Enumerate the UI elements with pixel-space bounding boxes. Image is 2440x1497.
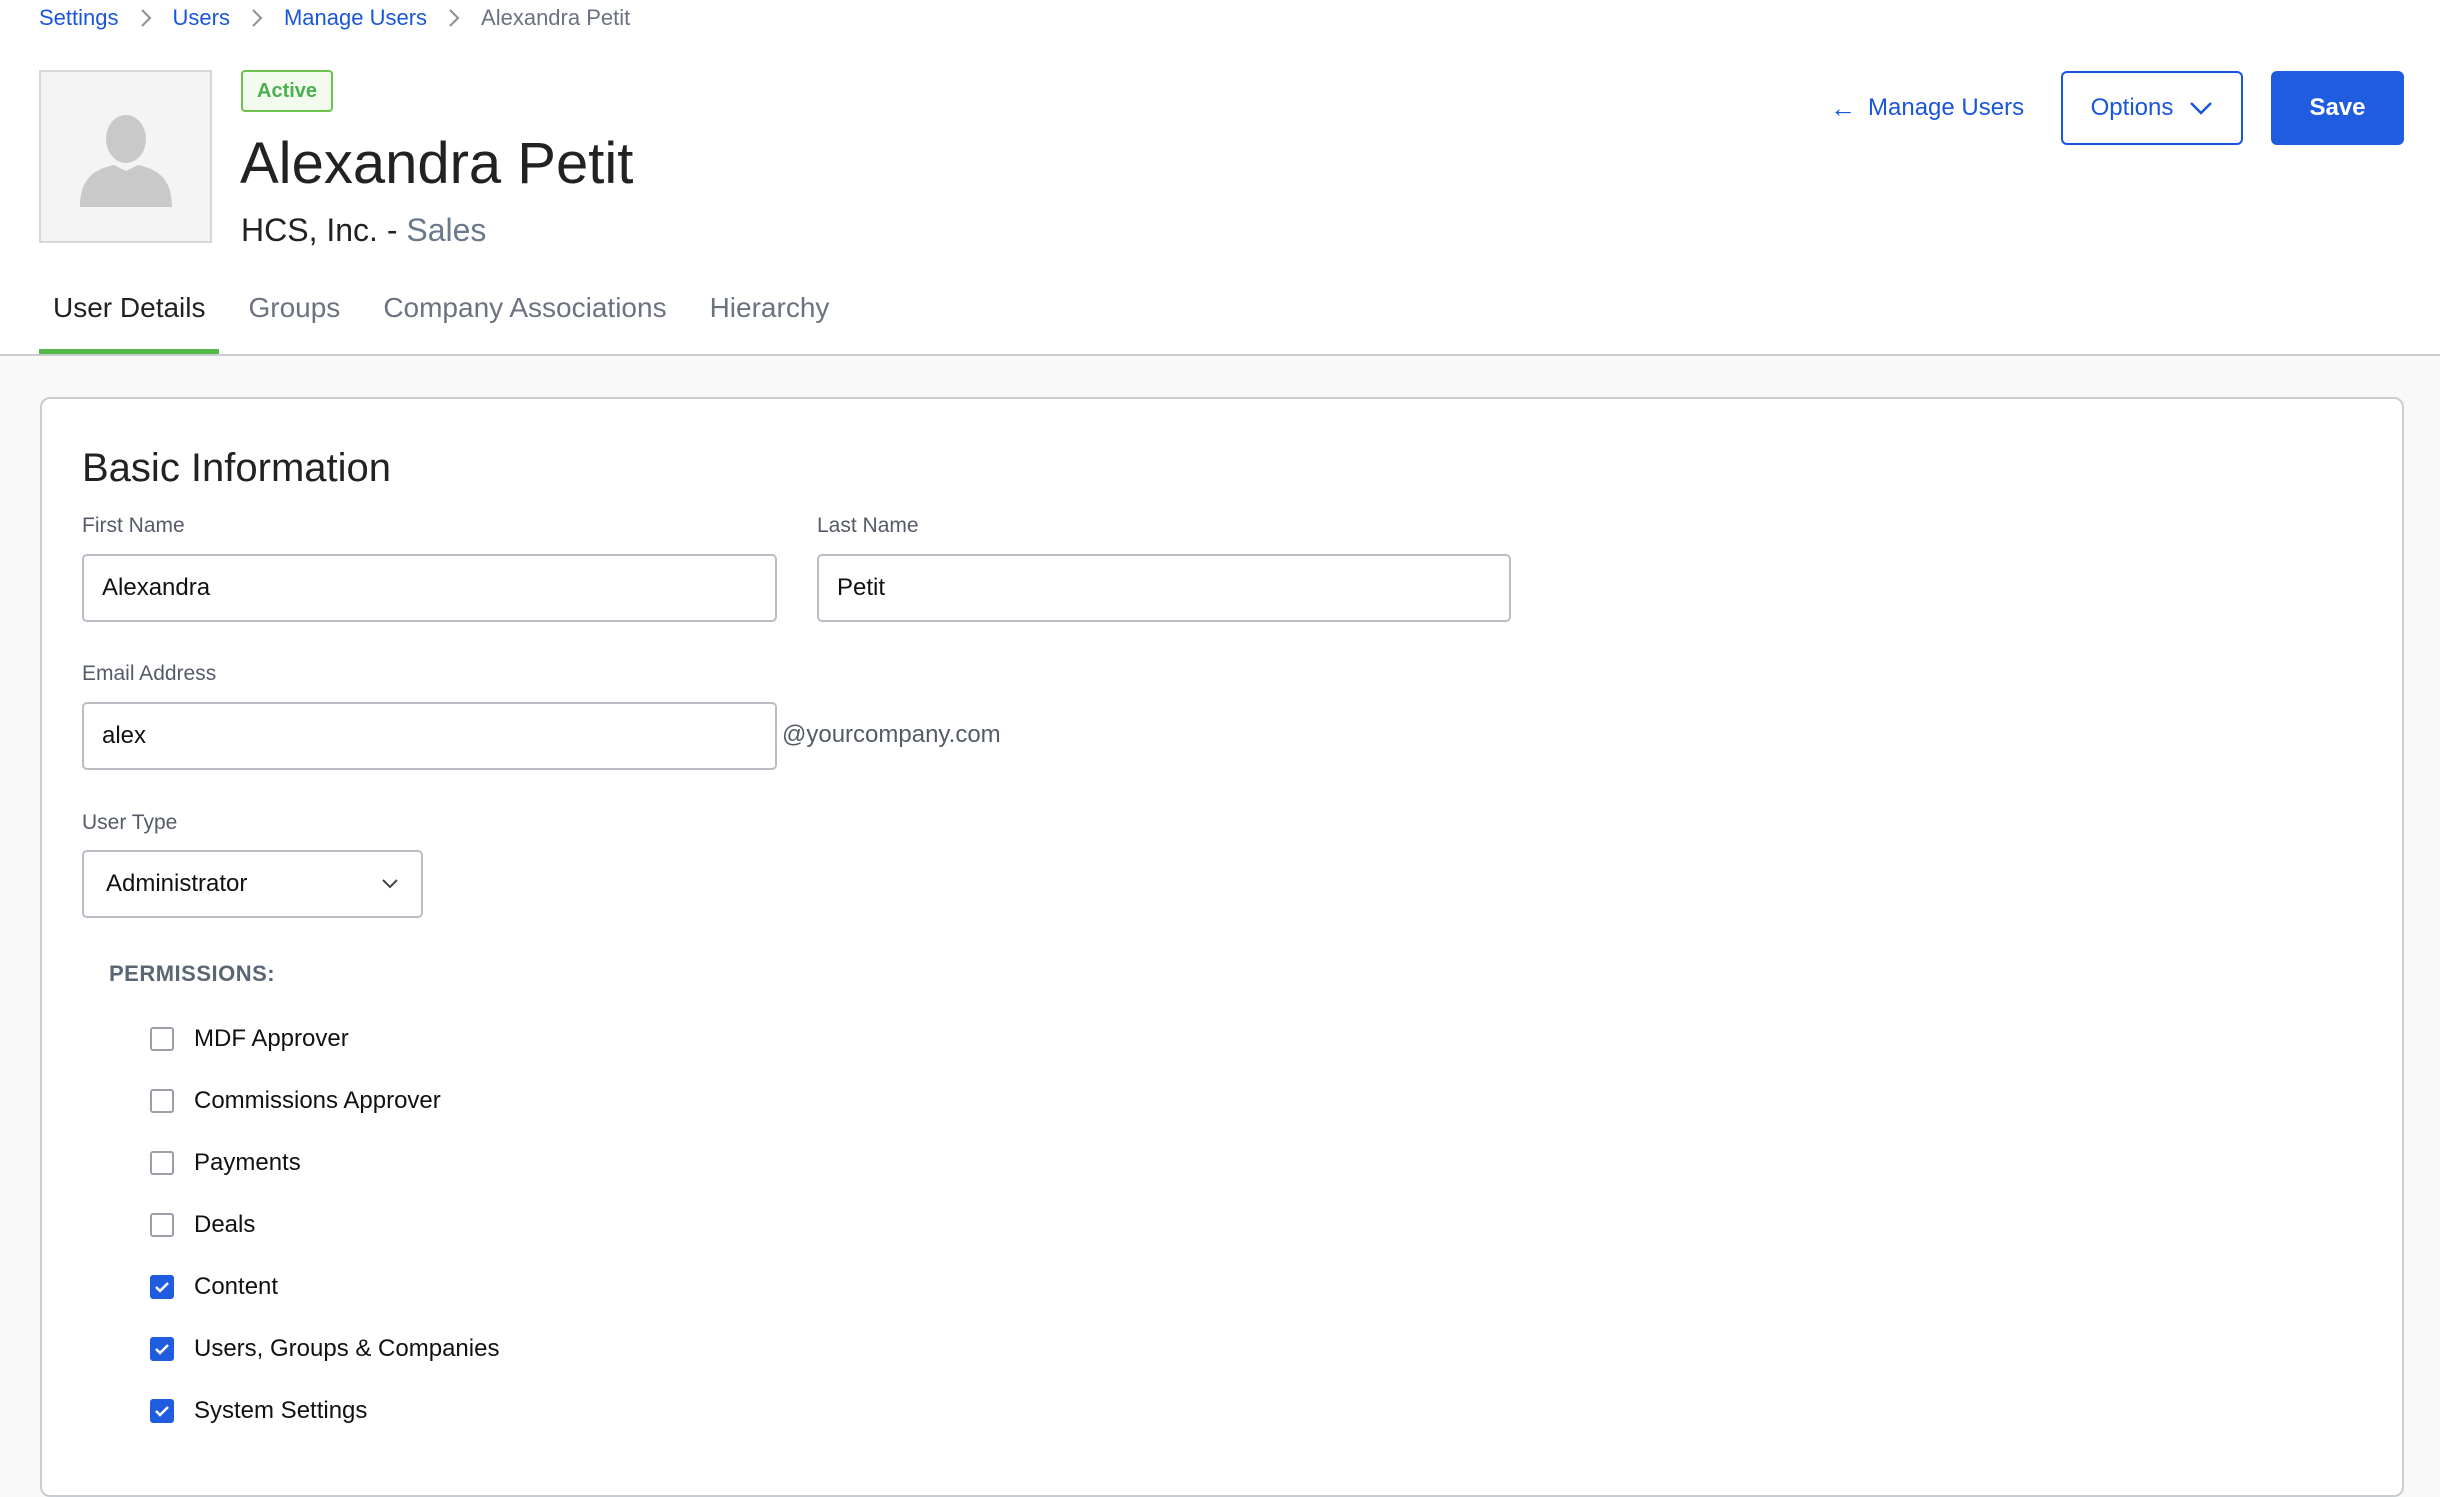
status-badge: Active [241,70,334,112]
tab-bar: User Details Groups Company Associations… [39,280,858,355]
permission-content[interactable]: Content [150,1269,278,1305]
first-name-input[interactable] [82,554,777,622]
permission-payments[interactable]: Payments [150,1145,301,1181]
checkmark-icon [155,1406,169,1417]
arrow-left-icon: ← [1830,92,1856,123]
permission-label: Payments [194,1149,301,1176]
checkmark-icon [155,1344,169,1355]
last-name-input[interactable] [817,554,1511,622]
options-button[interactable]: Options [2061,71,2243,145]
company-department: HCS, Inc. - Sales [241,208,486,252]
page-title: Alexandra Petit [240,131,634,196]
permission-label: System Settings [194,1397,368,1424]
user-type-value: Administrator [106,870,248,897]
avatar[interactable] [39,70,212,243]
tab-groups[interactable]: Groups [234,280,354,355]
tab-hierarchy[interactable]: Hierarchy [696,280,844,355]
subtitle-separator: - [377,212,407,248]
permissions-title: PERMISSIONS: [109,961,276,986]
chevron-right-icon [140,8,152,28]
chevron-right-icon [448,8,460,28]
permission-mdf-approver[interactable]: MDF Approver [150,1021,349,1057]
back-link-label: Manage Users [1868,94,2025,121]
company-name: HCS, Inc. [241,212,378,248]
permission-deals[interactable]: Deals [150,1207,255,1243]
permission-label: MDF Approver [194,1025,349,1052]
first-name-label: First Name [82,514,185,537]
section-title: Basic Information [82,446,392,490]
permission-checkbox[interactable] [150,1027,174,1051]
permission-users-groups-companies[interactable]: Users, Groups & Companies [150,1331,499,1367]
permission-label: Commissions Approver [194,1087,441,1114]
tabs-divider [0,354,2440,356]
user-silhouette-icon [79,114,172,207]
options-label: Options [2090,94,2174,121]
permission-label: Deals [194,1211,256,1238]
breadcrumb: Settings Users Manage Users Alexandra Pe… [39,3,630,33]
last-name-label: Last Name [817,514,919,537]
chevron-down-icon [382,879,398,889]
department-name: Sales [406,212,487,248]
breadcrumb-settings[interactable]: Settings [39,5,119,31]
tab-company-associations[interactable]: Company Associations [369,280,680,355]
permission-checkbox-checked[interactable] [150,1337,174,1361]
chevron-down-icon [2190,102,2213,115]
breadcrumb-users[interactable]: Users [173,5,230,31]
permission-checkbox[interactable] [150,1089,174,1113]
permission-label: Users, Groups & Companies [194,1335,500,1362]
email-label: Email Address [82,662,217,685]
chevron-right-icon [251,8,263,28]
breadcrumb-manage-users[interactable]: Manage Users [284,5,427,31]
tab-user-details[interactable]: User Details [39,280,220,355]
permission-checkbox-checked[interactable] [150,1275,174,1299]
permission-checkbox[interactable] [150,1213,174,1237]
email-domain-suffix: @yourcompany.com [782,721,1001,748]
email-input[interactable] [82,702,777,770]
checkmark-icon [155,1282,169,1293]
permission-checkbox[interactable] [150,1151,174,1175]
permission-system-settings[interactable]: System Settings [150,1393,367,1429]
user-type-label: User Type [82,811,178,834]
permission-commissions-approver[interactable]: Commissions Approver [150,1083,441,1119]
save-button[interactable]: Save [2271,71,2404,145]
permission-checkbox-checked[interactable] [150,1399,174,1423]
permission-label: Content [194,1273,279,1300]
breadcrumb-current: Alexandra Petit [481,5,631,30]
user-type-select[interactable]: Administrator [82,850,423,918]
back-to-manage-users-link[interactable]: ← Manage Users [1830,86,2024,130]
